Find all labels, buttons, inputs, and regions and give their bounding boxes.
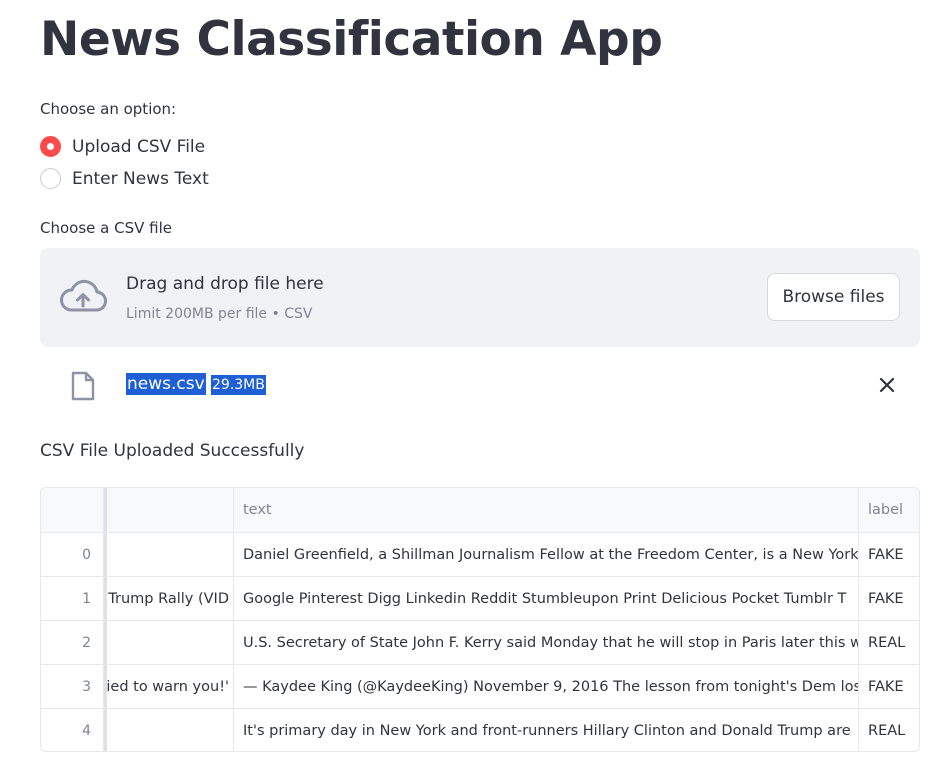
cell-text[interactable]: It's primary day in New York and front-r…: [234, 709, 859, 751]
row-index: 0: [41, 533, 104, 576]
radio-label-upload: Upload CSV File: [72, 136, 206, 157]
page-title: News Classification App: [40, 12, 663, 67]
radio-button-checked[interactable]: [40, 136, 61, 157]
radio-label-enter: Enter News Text: [72, 168, 209, 189]
cell-label[interactable]: FAKE: [859, 577, 919, 620]
dropzone-subtitle: Limit 200MB per file • CSV: [126, 306, 313, 322]
cell-text[interactable]: — Kaydee King (@KaydeeKing) November 9, …: [234, 665, 859, 708]
header-index: [41, 488, 104, 532]
table-row[interactable]: 3 ied to warn you!' — Kaydee King (@Kayd…: [41, 665, 919, 709]
cell-text[interactable]: Google Pinterest Digg Linkedin Reddit St…: [234, 577, 859, 620]
dropzone-title: Drag and drop file here: [126, 274, 324, 294]
cell-title[interactable]: A Trump Rally (VID: [104, 577, 234, 620]
browse-files-button[interactable]: Browse files: [767, 273, 900, 321]
cell-title[interactable]: ied to warn you!': [104, 665, 234, 708]
uploaded-file-size: 29.3MB: [211, 375, 266, 395]
cell-label[interactable]: FAKE: [859, 665, 919, 708]
radio-enter-text[interactable]: Enter News Text: [40, 168, 209, 189]
cell-label[interactable]: REAL: [859, 621, 919, 664]
header-label[interactable]: label: [859, 488, 919, 532]
upload-status-text: CSV File Uploaded Successfully: [40, 441, 305, 461]
cloud-upload-icon: [60, 279, 107, 312]
uploaded-file-name: news.csv: [126, 373, 206, 395]
row-index: 4: [41, 709, 104, 751]
uploader-label: Choose a CSV file: [40, 219, 172, 237]
radio-upload-csv[interactable]: Upload CSV File: [40, 136, 205, 157]
table-row[interactable]: 4 It's primary day in New York and front…: [41, 709, 919, 751]
table-row[interactable]: 2 U.S. Secretary of State John F. Kerry …: [41, 621, 919, 665]
file-dropzone[interactable]: Drag and drop file here Limit 200MB per …: [40, 248, 920, 347]
cell-label[interactable]: REAL: [859, 709, 919, 751]
file-icon: [71, 371, 95, 401]
cell-label[interactable]: FAKE: [859, 533, 919, 576]
cell-title[interactable]: [104, 621, 234, 664]
cell-title[interactable]: [104, 709, 234, 751]
cell-text[interactable]: U.S. Secretary of State John F. Kerry sa…: [234, 621, 859, 664]
cell-text[interactable]: Daniel Greenfield, a Shillman Journalism…: [234, 533, 859, 576]
option-label: Choose an option:: [40, 100, 177, 118]
table-row[interactable]: 1 A Trump Rally (VID Google Pinterest Di…: [41, 577, 919, 621]
row-index: 1: [41, 577, 104, 620]
table-header: text label: [41, 488, 919, 533]
table-row[interactable]: 0 Daniel Greenfield, a Shillman Journali…: [41, 533, 919, 577]
header-title[interactable]: [104, 488, 234, 532]
header-text[interactable]: text: [234, 488, 859, 532]
radio-button-unchecked[interactable]: [40, 168, 61, 189]
cell-title[interactable]: [104, 533, 234, 576]
row-index: 3: [41, 665, 104, 708]
dataframe-table[interactable]: text label 0 Daniel Greenfield, a Shillm…: [40, 487, 920, 752]
row-index: 2: [41, 621, 104, 664]
close-icon[interactable]: [876, 374, 898, 396]
